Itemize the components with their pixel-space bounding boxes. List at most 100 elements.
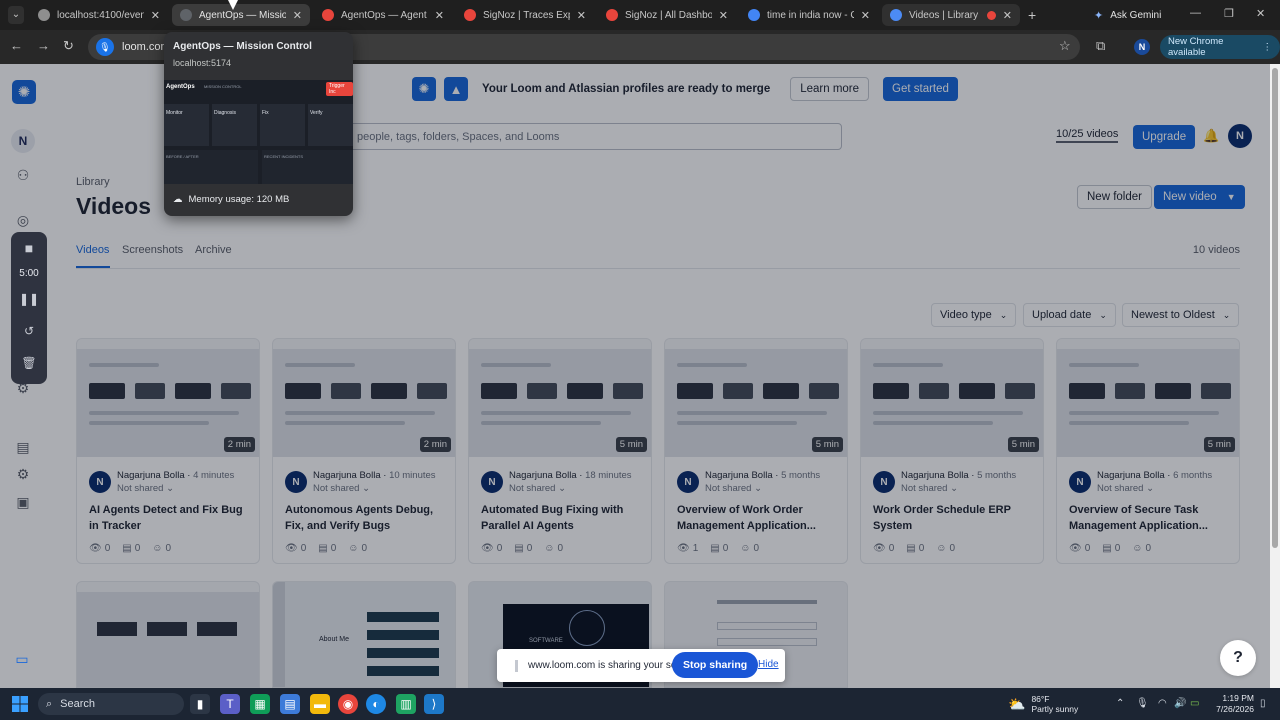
tab-title: SigNoz | Traces Explore bbox=[483, 9, 570, 21]
preview-col: Verify bbox=[310, 110, 323, 116]
app-icon bbox=[322, 9, 334, 21]
notification-icon[interactable]: ▯ bbox=[1260, 698, 1266, 709]
pause-icon[interactable]: ❚❚ bbox=[11, 292, 47, 306]
browser-tab-strip: ⌄ localhost:4100/events ✕ AgentOps — Mis… bbox=[0, 0, 1280, 30]
store-icon[interactable]: ▦ bbox=[250, 694, 270, 714]
edge-icon[interactable]: ◐ bbox=[366, 694, 386, 714]
memory-text: Memory usage: 120 MB bbox=[188, 194, 290, 205]
taskbar-search[interactable]: ⌕ Search bbox=[38, 693, 184, 715]
profile-avatar[interactable]: N bbox=[1134, 39, 1150, 55]
preview-memory: ☁ Memory usage: 120 MB bbox=[173, 194, 289, 205]
minimize-icon[interactable]: — bbox=[1190, 7, 1201, 19]
browser-tab-signoz-traces[interactable]: SigNoz | Traces Explore ✕ bbox=[456, 4, 594, 26]
signoz-icon bbox=[464, 9, 476, 21]
close-icon[interactable]: ✕ bbox=[577, 9, 586, 22]
recording-timer: 5:00 bbox=[19, 268, 39, 279]
battery-icon[interactable]: ▭ bbox=[1190, 698, 1199, 709]
search-icon: ⌕ bbox=[46, 697, 53, 710]
show-hidden-icons[interactable]: ⌃ bbox=[1116, 698, 1124, 709]
camera-icon[interactable]: ▭ bbox=[8, 651, 36, 675]
close-icon[interactable]: ✕ bbox=[293, 9, 302, 22]
excel-icon[interactable]: ▥ bbox=[396, 694, 416, 714]
recording-controls: ■ 5:00 ❚❚ ↺ 🗑 bbox=[11, 232, 47, 384]
preview-col: Fix bbox=[262, 110, 269, 116]
task-view-icon[interactable]: ▮ bbox=[190, 694, 210, 714]
trash-icon[interactable]: 🗑 bbox=[11, 356, 47, 370]
back-icon[interactable]: ← bbox=[10, 38, 23, 53]
time: 1:19 PM bbox=[1222, 693, 1254, 703]
windows-start-icon[interactable] bbox=[12, 696, 28, 712]
browser-tab-events[interactable]: localhost:4100/events ✕ bbox=[30, 4, 168, 26]
close-icon[interactable]: ✕ bbox=[151, 9, 160, 22]
volume-icon[interactable]: 🔊 bbox=[1174, 698, 1186, 709]
preview-col: Monitor bbox=[166, 110, 183, 116]
preview-before-after: BEFORE / AFTER bbox=[166, 154, 199, 159]
memory-icon: ☁ bbox=[173, 194, 183, 205]
globe-icon bbox=[38, 9, 50, 21]
preview-url: localhost:5174 bbox=[173, 58, 232, 68]
taskbar-search-label: Search bbox=[60, 698, 96, 710]
ask-gemini-label: Ask Gemini bbox=[1110, 9, 1162, 21]
help-button[interactable]: ? bbox=[1220, 640, 1256, 676]
extensions-icon[interactable]: ⧉ bbox=[1096, 38, 1105, 54]
tab-title: time in india now - Go bbox=[767, 9, 854, 21]
google-icon bbox=[748, 9, 760, 21]
stop-sharing-button[interactable]: Stop sharing bbox=[672, 652, 759, 678]
loom-icon bbox=[890, 9, 902, 21]
browser-tab-google[interactable]: time in india now - Go ✕ bbox=[740, 4, 878, 26]
weather-widget[interactable]: ⛅ 86°F Partly sunny bbox=[1008, 694, 1078, 714]
tab-search-icon[interactable]: ⌄ bbox=[8, 6, 24, 24]
scrollbar-thumb[interactable] bbox=[1272, 68, 1278, 548]
forward-icon[interactable]: → bbox=[37, 38, 50, 53]
reload-icon[interactable]: ↻ bbox=[63, 38, 74, 54]
vscode-icon[interactable]: ⟩ bbox=[424, 694, 444, 714]
tab-title: localhost:4100/events bbox=[57, 9, 144, 21]
close-icon[interactable]: ✕ bbox=[435, 9, 444, 22]
temperature: 86°F bbox=[1031, 694, 1050, 704]
tab-title: Videos | Library | Lo bbox=[909, 9, 980, 21]
preview-thumbnail: AgentOps MISSION CONTROL Trigger Inc Mon… bbox=[164, 80, 353, 184]
browser-tab-agent-fleet[interactable]: AgentOps — Agent Fle ✕ bbox=[314, 4, 452, 26]
hide-share-bar-link[interactable]: Hide bbox=[758, 659, 779, 670]
browser-tab-loom[interactable]: Videos | Library | Lo ✕ bbox=[882, 4, 1020, 26]
signoz-icon bbox=[606, 9, 618, 21]
close-icon[interactable]: ✕ bbox=[1003, 9, 1012, 22]
window-close-icon[interactable]: ✕ bbox=[1256, 7, 1265, 20]
browser-tab-signoz-dashboards[interactable]: SigNoz | All Dashboard ✕ bbox=[598, 4, 736, 26]
drag-handle-icon[interactable] bbox=[515, 659, 518, 672]
stop-recording-icon[interactable]: ■ bbox=[11, 240, 47, 256]
chrome-icon[interactable]: ◉ bbox=[338, 694, 358, 714]
new-chrome-label: New Chrome available bbox=[1168, 36, 1224, 58]
partly-sunny-icon: ⛅ bbox=[1008, 695, 1026, 712]
browser-tab-mission-control[interactable]: AgentOps — Mission C ✕ bbox=[172, 4, 310, 26]
preview-subtitle: MISSION CONTROL bbox=[204, 84, 242, 89]
restart-icon[interactable]: ↺ bbox=[11, 324, 47, 338]
preview-trigger-button: Trigger Inc bbox=[326, 82, 353, 96]
more-menu-icon[interactable]: ⋮ bbox=[1263, 42, 1273, 53]
ask-gemini-button[interactable]: ✦ Ask Gemini bbox=[1086, 4, 1176, 26]
file-explorer-icon[interactable]: ▬ bbox=[310, 694, 330, 714]
teams-icon[interactable]: T bbox=[220, 694, 240, 714]
mic-in-use-icon[interactable]: 🎙 bbox=[96, 38, 114, 56]
close-icon[interactable]: ✕ bbox=[861, 9, 870, 22]
close-icon[interactable]: ✕ bbox=[719, 9, 728, 22]
microphone-icon[interactable]: 🎙 bbox=[1136, 698, 1149, 709]
preview-col: Diagnosis bbox=[214, 110, 236, 116]
weather-text: Partly sunny bbox=[1031, 704, 1079, 714]
preview-brand: AgentOps bbox=[166, 84, 195, 90]
maximize-icon[interactable]: ❐ bbox=[1224, 7, 1234, 20]
bookmark-star-icon[interactable]: ☆ bbox=[1059, 38, 1071, 54]
tab-title: AgentOps — Mission C bbox=[199, 9, 286, 21]
calculator-icon[interactable]: ▤ bbox=[280, 694, 300, 714]
new-chrome-available-button[interactable]: New Chrome available ⋮ bbox=[1160, 35, 1280, 59]
preview-incidents: RECENT INCIDENTS bbox=[264, 154, 304, 159]
new-tab-icon[interactable]: + bbox=[1028, 7, 1036, 23]
tab-title: SigNoz | All Dashboard bbox=[625, 9, 712, 21]
preview-title: AgentOps — Mission Control bbox=[173, 41, 312, 52]
gemini-icon: ✦ bbox=[1094, 9, 1104, 22]
tab-title: AgentOps — Agent Fle bbox=[341, 9, 428, 21]
recording-indicator-icon bbox=[986, 10, 996, 20]
date: 7/26/2026 bbox=[1216, 704, 1254, 714]
wifi-icon[interactable]: ◠ bbox=[1158, 698, 1167, 709]
system-clock[interactable]: 1:19 PM 7/26/2026 bbox=[1210, 693, 1254, 715]
